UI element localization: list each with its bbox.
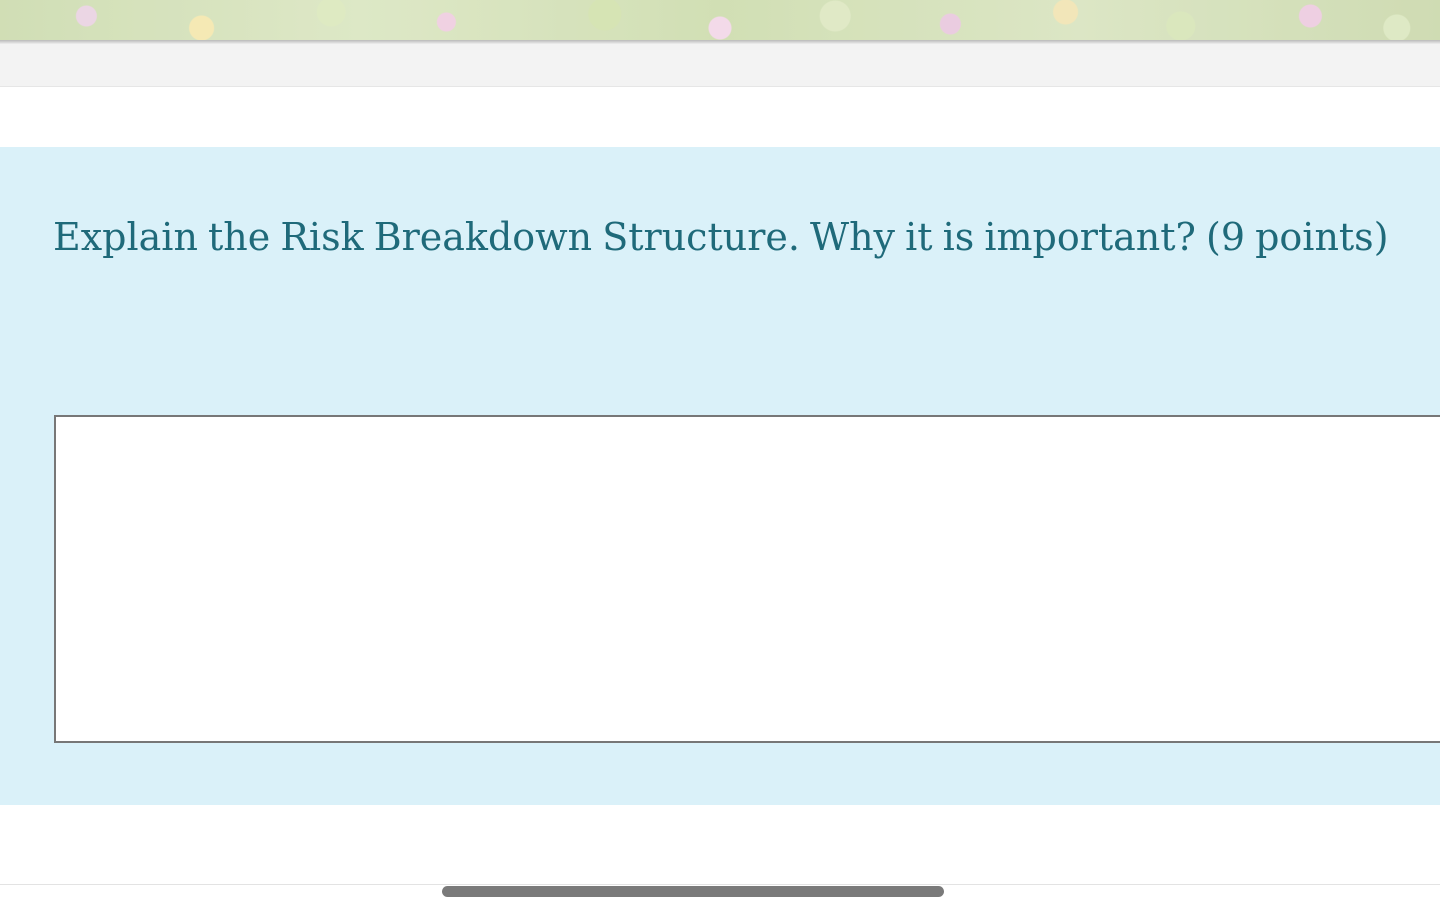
answer-textarea[interactable] (54, 415, 1440, 743)
bottom-divider (0, 884, 1440, 885)
horizontal-scrollbar-thumb[interactable] (442, 886, 944, 897)
question-text: Explain the Risk Breakdown Structure. Wh… (53, 215, 1389, 259)
header-bar (0, 44, 1440, 87)
page: Explain the Risk Breakdown Structure. Wh… (0, 0, 1440, 900)
floral-banner-image (0, 0, 1440, 40)
